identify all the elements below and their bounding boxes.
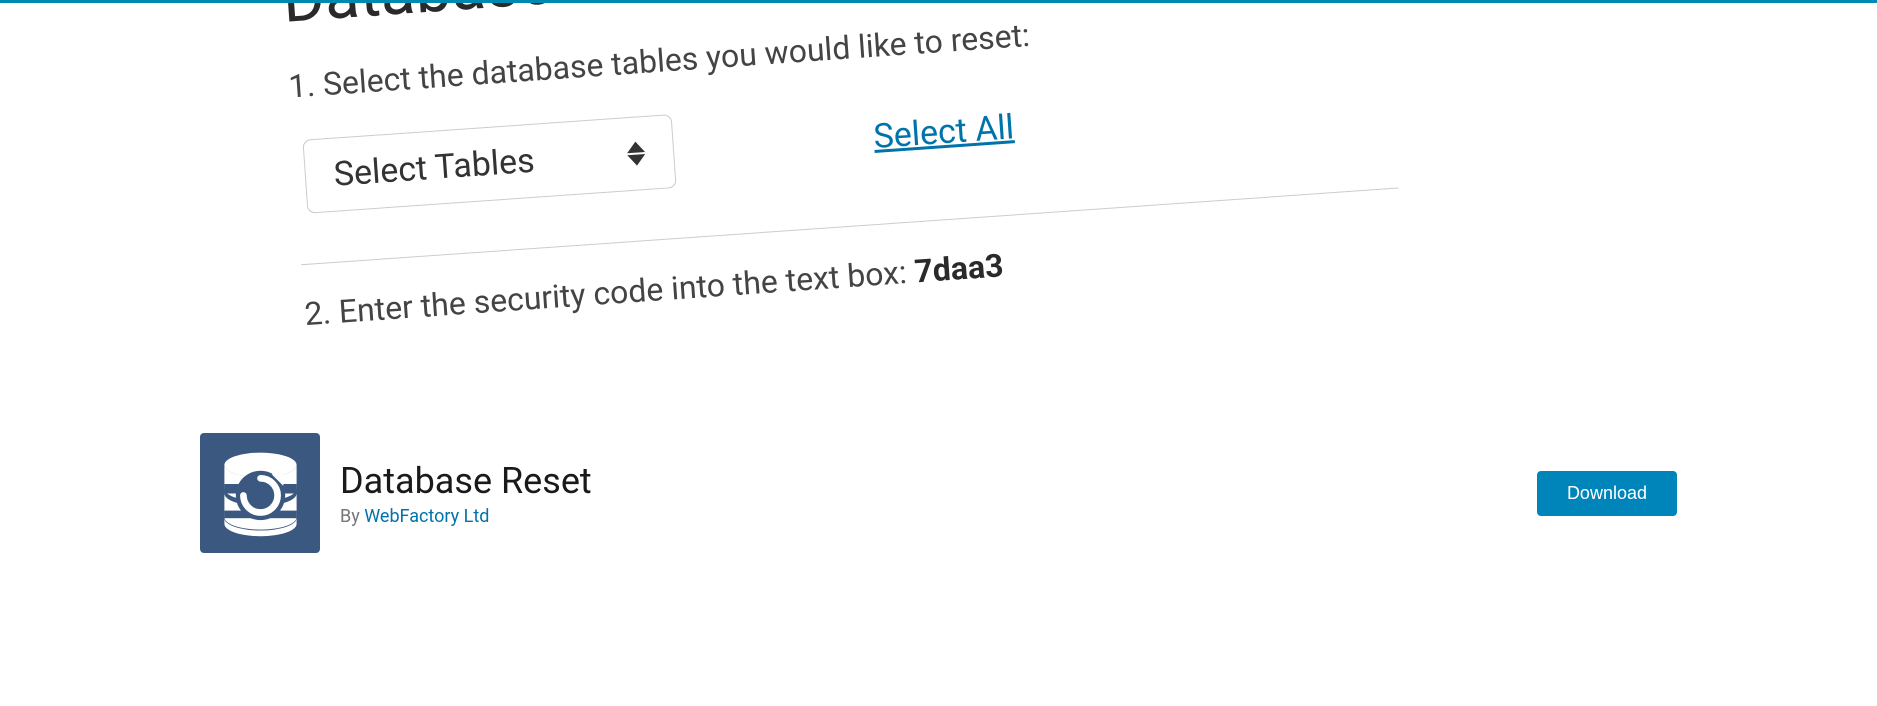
banner-content: Database R 1. Select the database tables… — [280, 3, 1403, 333]
select-tables-dropdown[interactable]: Select Tables — [302, 114, 676, 214]
plugin-author: By WebFactory Ltd — [340, 506, 1537, 527]
step2-prefix: 2. Enter the security code into the text… — [303, 253, 916, 334]
select-all-link[interactable]: Select All — [872, 107, 1015, 157]
dropdown-arrows-icon — [626, 141, 646, 166]
plugin-info: Database Reset By WebFactory Ltd — [340, 460, 1537, 527]
plugin-title: Database Reset — [340, 460, 1537, 502]
plugin-banner: Database R 1. Select the database tables… — [0, 3, 1877, 403]
step2-text: 2. Enter the security code into the text… — [303, 218, 1403, 333]
by-text: By — [340, 506, 364, 527]
author-link[interactable]: WebFactory Ltd — [364, 506, 489, 527]
security-code: 7daa3 — [913, 246, 1004, 290]
plugin-icon — [200, 433, 320, 553]
plugin-info-bar: Database Reset By WebFactory Ltd Downloa… — [0, 403, 1877, 583]
database-reset-icon — [213, 446, 308, 541]
download-button[interactable]: Download — [1537, 471, 1677, 516]
select-tables-label: Select Tables — [333, 141, 536, 195]
